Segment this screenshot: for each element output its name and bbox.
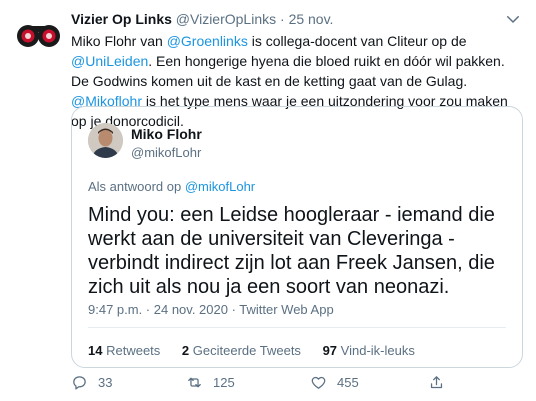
reply-context: Als antwoord op @mikofLohr xyxy=(88,179,255,194)
person-photo-icon xyxy=(88,123,123,158)
like-count: 455 xyxy=(337,375,359,390)
quoted-timestamp[interactable]: 9:47 p.m. · 24 nov. 2020 · Twitter Web A… xyxy=(88,302,334,317)
quoted-author-handle[interactable]: @mikofLohr xyxy=(131,145,201,160)
reply-prefix: Als antwoord op xyxy=(88,179,182,194)
body-text: Miko Flohr van xyxy=(71,33,167,49)
retweet-count: 125 xyxy=(213,375,235,390)
binoculars-icon xyxy=(14,10,63,59)
author-handle[interactable]: @VizierOpLinks xyxy=(176,11,276,27)
mention-link[interactable]: @UniLeiden xyxy=(71,53,148,69)
divider xyxy=(88,327,506,328)
chevron-down-icon xyxy=(507,16,519,23)
stat-quote-tweets[interactable]: 2 Geciteerde Tweets xyxy=(182,343,301,358)
stat-label: Vind-ik-leuks xyxy=(340,343,415,358)
mention-link[interactable]: @Groenlinks xyxy=(167,33,248,49)
share-button[interactable] xyxy=(428,374,445,391)
stat-label: Retweets xyxy=(106,343,161,358)
reply-count: 33 xyxy=(98,375,113,390)
quoted-author-avatar[interactable] xyxy=(88,123,123,158)
quoted-tweet-card[interactable]: Miko Flohr @mikofLohr Als antwoord op @m… xyxy=(71,106,523,368)
quoted-tweet-text: Mind you: een Leidse hoogleraar - iemand… xyxy=(88,204,495,298)
reply-icon xyxy=(73,376,86,390)
stat-label: Geciteerde Tweets xyxy=(192,343,301,358)
stat-retweets[interactable]: 14 Retweets xyxy=(88,343,160,358)
retweet-icon xyxy=(188,377,201,388)
author-avatar[interactable] xyxy=(14,10,63,59)
tweet-date[interactable]: 25 nov. xyxy=(289,11,334,27)
heart-icon xyxy=(311,376,326,389)
body-text: is collega-docent van Cliteur op de xyxy=(247,33,467,49)
stat-count: 2 xyxy=(181,343,190,358)
tweet-actions: 33 125 455 xyxy=(71,374,523,394)
header-separator: · xyxy=(280,11,285,27)
quoted-author-name[interactable]: Miko Flohr xyxy=(131,126,202,142)
tweet-header: Vizier Op Links @VizierOpLinks · 25 nov. xyxy=(71,11,333,27)
like-button[interactable]: 455 xyxy=(310,374,359,391)
stat-likes[interactable]: 97 Vind-ik-leuks xyxy=(323,343,415,358)
reply-to-link[interactable]: @mikofLohr xyxy=(185,179,255,194)
more-menu-button[interactable] xyxy=(504,10,522,28)
reply-button[interactable]: 33 xyxy=(71,374,112,391)
quoted-stats: 14 Retweets 2 Geciteerde Tweets 97 Vind-… xyxy=(88,343,433,358)
stat-count: 14 xyxy=(88,343,103,358)
retweet-button[interactable]: 125 xyxy=(186,374,235,391)
stat-count: 97 xyxy=(322,343,338,358)
share-icon xyxy=(430,376,443,389)
author-name[interactable]: Vizier Op Links xyxy=(71,11,172,27)
